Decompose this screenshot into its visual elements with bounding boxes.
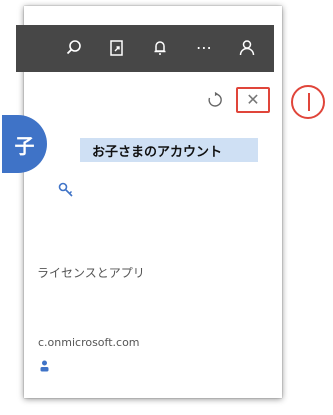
bell-icon[interactable] — [150, 38, 170, 58]
search-icon[interactable] — [64, 38, 84, 58]
account-name: お子さまのアカウント — [92, 144, 223, 160]
person-icon[interactable] — [237, 38, 257, 58]
annotation-marker — [291, 85, 325, 119]
more-icon[interactable]: ⋯ — [194, 38, 214, 58]
avatar-text: 子 — [14, 133, 35, 158]
account-name-box: お子さまのアカウント — [80, 138, 258, 162]
account-domain: c.onmicrosoft.com — [38, 336, 140, 349]
share-icon[interactable] — [107, 38, 127, 58]
refresh-icon[interactable] — [206, 91, 224, 109]
close-icon[interactable]: ✕ — [244, 91, 262, 109]
user-icon — [40, 360, 49, 372]
license-apps-label[interactable]: ライセンスとアプリ — [37, 264, 145, 281]
top-bar: ⋯ — [16, 25, 274, 72]
key-icon[interactable] — [57, 181, 75, 199]
